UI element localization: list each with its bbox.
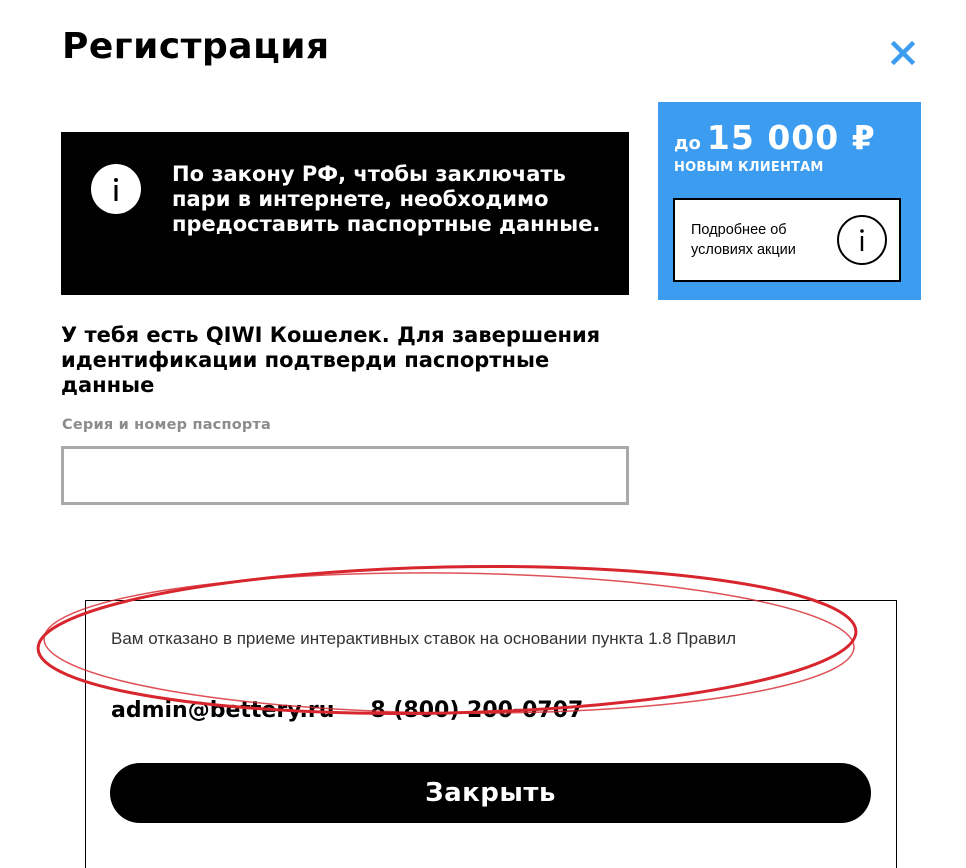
qiwi-instruction: У тебя есть QIWI Кошелек. Для завершения…: [61, 323, 601, 397]
passport-field-label: Серия и номер паспорта: [62, 417, 272, 433]
law-info-box: По закону РФ, чтобы заключать пари в инт…: [61, 132, 629, 295]
promo-details-button[interactable]: Подробнее об условиях акции: [673, 198, 901, 282]
support-email[interactable]: admin@bettery.ru: [111, 698, 334, 723]
passport-input[interactable]: [61, 446, 629, 505]
info-icon: [837, 215, 887, 265]
promo-banner: до 15 000 ₽ НОВЫМ КЛИЕНТАМ Подробнее об у…: [658, 102, 921, 300]
close-button[interactable]: Закрыть: [110, 763, 871, 823]
support-phone[interactable]: 8 (800) 200-0707: [370, 698, 583, 723]
close-icon[interactable]: [888, 38, 918, 68]
rejection-notice-text: Вам отказано в приеме интерактивных став…: [111, 629, 736, 648]
law-info-text: По закону РФ, чтобы заключать пари в инт…: [172, 162, 601, 236]
info-icon: [91, 164, 141, 214]
close-dialog-button[interactable]: [888, 38, 918, 68]
support-contacts: admin@bettery.ru 8 (800) 200-0707: [111, 698, 583, 723]
page-title: Регистрация: [62, 26, 330, 67]
promo-amount-line: до 15 000 ₽: [674, 118, 876, 157]
promo-amount: 15 000 ₽: [706, 118, 876, 157]
promo-prefix: до: [674, 133, 701, 154]
promo-subtitle: НОВЫМ КЛИЕНТАМ: [674, 160, 824, 175]
promo-details-label: Подробнее об условиях акции: [691, 222, 796, 258]
